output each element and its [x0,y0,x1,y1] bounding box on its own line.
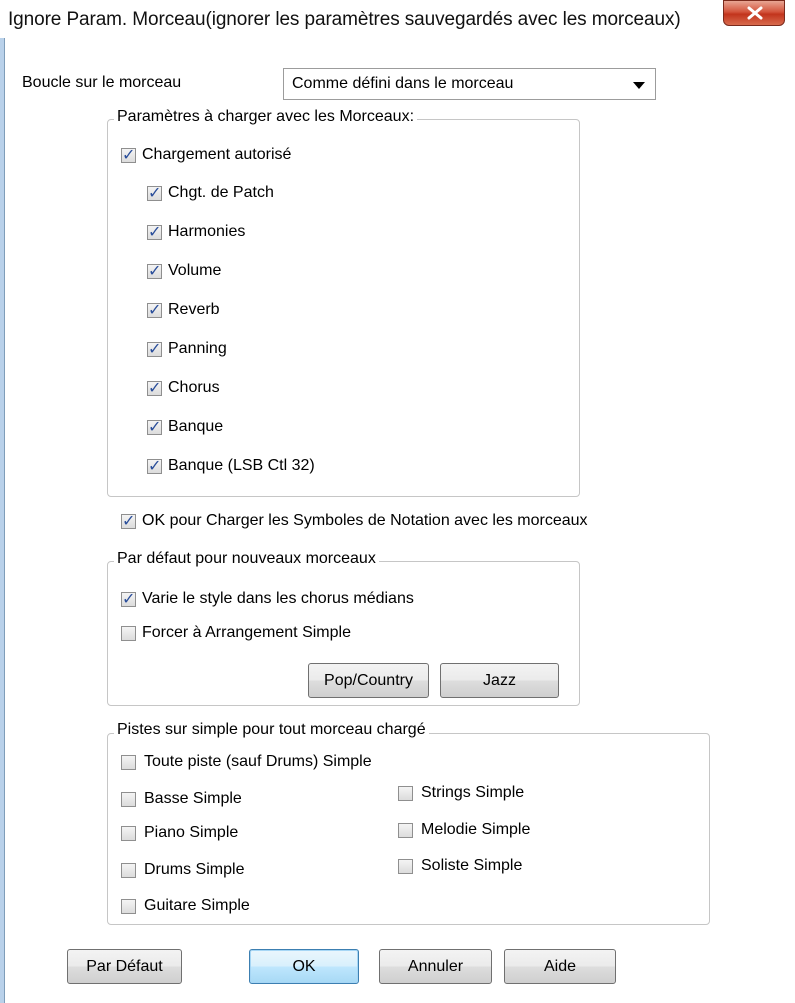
piano-simple-checkbox[interactable] [121,826,136,841]
notation-label: OK pour Charger les Symboles de Notation… [142,512,588,529]
params-group-title: Paramètres à charger avec les Morceaux: [114,108,418,126]
bank-lsb-checkbox[interactable] [147,456,162,475]
melody-simple-checkbox[interactable] [398,823,413,838]
loop-dropdown[interactable]: Comme défini dans le morceau [283,68,656,100]
reverb-label: Reverb [168,301,220,318]
bank-label: Banque [168,418,224,435]
bass-simple-label: Basse Simple [144,790,242,807]
harmonies-checkbox[interactable] [147,222,162,241]
drums-simple-label: Drums Simple [144,861,245,878]
default-button[interactable]: Par Défaut [67,949,182,984]
force-simple-label: Forcer à Arrangement Simple [142,624,351,641]
window-title: Ignore Param. Morceau(ignorer les paramè… [8,9,681,30]
vary-style-checkbox[interactable] [121,589,136,608]
volume-checkbox[interactable] [147,261,162,280]
pop-country-button[interactable]: Pop/Country [308,663,429,698]
allow-loading-label: Chargement autorisé [142,146,292,163]
loop-label: Boucle sur le morceau [22,74,182,91]
harmonies-label: Harmonies [168,223,246,240]
patch-label: Chgt. de Patch [168,184,274,201]
chorus-checkbox[interactable] [147,378,162,397]
bank-checkbox[interactable] [147,417,162,436]
force-simple-checkbox[interactable] [121,626,136,641]
help-button[interactable]: Aide [504,949,616,984]
all-tracks-simple-checkbox[interactable] [121,755,136,770]
defaults-group-title: Par défaut pour nouveaux morceaux [114,550,379,568]
soloist-simple-label: Soliste Simple [421,857,523,874]
reverb-checkbox[interactable] [147,300,162,319]
notation-checkbox[interactable] [121,511,136,530]
cancel-button[interactable]: Annuler [379,949,492,984]
simple-tracks-group-title: Pistes sur simple pour tout morceau char… [114,721,429,739]
strings-simple-checkbox[interactable] [398,786,413,801]
patch-checkbox[interactable] [147,183,162,202]
jazz-button[interactable]: Jazz [440,663,559,698]
loop-dropdown-value: Comme défini dans le morceau [292,75,514,92]
ok-button[interactable]: OK [249,949,359,984]
guitar-simple-checkbox[interactable] [121,899,136,914]
soloist-simple-checkbox[interactable] [398,859,413,874]
vary-style-label: Varie le style dans les chorus médians [142,590,414,607]
panning-label: Panning [168,340,227,357]
volume-label: Volume [168,262,222,279]
bass-simple-checkbox[interactable] [121,792,136,807]
panning-checkbox[interactable] [147,339,162,358]
drums-simple-checkbox[interactable] [121,863,136,878]
guitar-simple-label: Guitare Simple [144,897,250,914]
strings-simple-label: Strings Simple [421,784,525,801]
piano-simple-label: Piano Simple [144,824,239,841]
all-tracks-simple-label: Toute piste (sauf Drums) Simple [144,753,372,770]
allow-loading-checkbox[interactable] [121,145,136,164]
melody-simple-label: Melodie Simple [421,821,531,838]
bank-lsb-label: Banque (LSB Ctl 32) [168,457,315,474]
chorus-label: Chorus [168,379,220,396]
close-icon [747,6,763,20]
close-button[interactable] [723,0,785,26]
chevron-down-icon [633,82,645,89]
